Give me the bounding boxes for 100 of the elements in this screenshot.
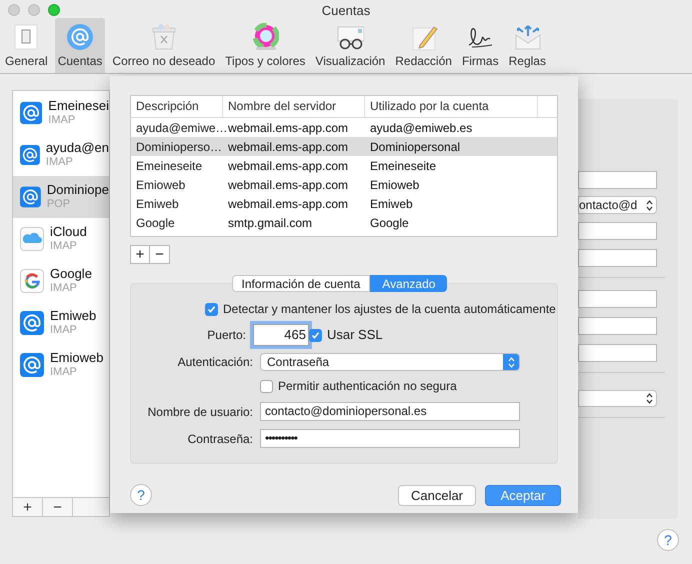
table-row[interactable]: Emiweb webmail.ems-app.com Emiweb: [131, 194, 557, 213]
table-cell-text: Emeineseite: [369, 158, 438, 174]
table-cell-text: smtp.gmail.com: [227, 214, 314, 232]
checkmark-icon: [207, 304, 216, 314]
toolbar-tab[interactable]: Correo no deseado: [109, 18, 218, 73]
column-header[interactable]: Nombre del servidor: [223, 96, 365, 117]
text-field[interactable]: [578, 317, 657, 335]
field-label: Contraseña:: [186, 430, 254, 448]
account-type: POP: [46, 197, 72, 211]
account-name: Emiweb: [50, 309, 96, 323]
table-cell-text: Emiweb: [135, 196, 180, 212]
account-type: IMAP: [48, 113, 76, 127]
help-button[interactable]: ?: [657, 529, 679, 551]
toolbar-tab[interactable]: General: [2, 18, 51, 73]
at-sign-icon: [20, 101, 42, 125]
minimize-light-icon[interactable]: [28, 4, 40, 16]
toolbar-tab[interactable]: Reglas: [506, 18, 549, 73]
table-cell-text: webmail.ems-app.com: [227, 176, 350, 194]
authentication-dropdown[interactable]: Contraseña: [260, 353, 520, 371]
table-cell-text: Emioweb: [369, 176, 420, 194]
port-field[interactable]: 465: [253, 324, 309, 346]
table-cell-text: ayuda@emiweb.es: [369, 120, 474, 136]
dropdown-value: Contraseña: [267, 354, 330, 370]
checkbox[interactable]: [260, 380, 273, 392]
account-name: iCloud: [50, 225, 87, 239]
remove-button[interactable]: −: [150, 246, 169, 263]
zoom-light-icon[interactable]: [48, 4, 60, 16]
checkbox[interactable]: [309, 328, 322, 342]
account-type: IMAP: [46, 155, 74, 169]
table-row[interactable]: Dominioperso… webmail.ems-app.com Dominiopersonal: [131, 137, 557, 156]
table-cell-text: Emiweb: [369, 196, 414, 212]
g-logo-icon: [20, 269, 44, 293]
close-light-icon[interactable]: [8, 4, 20, 16]
account-name: Dominiope: [46, 183, 109, 197]
text-field[interactable]: [578, 290, 657, 308]
account-type: IMAP: [50, 281, 78, 295]
window-title: Cuentas: [322, 2, 370, 20]
at-sign-icon: [20, 185, 41, 209]
table-row[interactable]: Google smtp.gmail.com Google: [131, 213, 557, 232]
stepper-icon: [646, 200, 653, 210]
table-row[interactable]: Emeineseite webmail.ems-app.com Emeineseite: [131, 156, 557, 175]
table-cell-text: Google: [135, 214, 176, 232]
table-cell-text: webmail.ems-app.com: [227, 138, 350, 156]
checkbox-label: Detectar y mantener los ajustes de la cuenta automáticamente: [223, 301, 556, 318]
at-sign-icon: [66, 23, 94, 51]
table-cell-text: Emioweb: [135, 176, 186, 194]
column-header[interactable]: Descripción: [131, 96, 223, 117]
text-field[interactable]: [578, 222, 657, 240]
color-wheel-icon: [251, 23, 280, 51]
password-field[interactable]: ••••••••••: [260, 429, 520, 448]
table-cell-text: Dominioperso…: [135, 138, 223, 156]
account-row[interactable]: Google IMAP: [13, 260, 109, 302]
checkbox[interactable]: [205, 302, 218, 316]
toolbar-tab[interactable]: Visualización: [312, 18, 388, 73]
account-name: ayuda@en: [46, 141, 109, 155]
table-cell-text: Emeineseite: [135, 158, 204, 174]
text-field[interactable]: [578, 344, 657, 362]
envelope-arrows-icon: [513, 23, 542, 51]
account-type: IMAP: [50, 239, 78, 253]
help-button[interactable]: ?: [130, 484, 152, 506]
table-row[interactable]: ayuda@emiwe…webmail.ems-app.com ayuda@emiweb.es: [131, 118, 557, 137]
segment-tab[interactable]: Información de cuenta: [232, 275, 370, 292]
account-type: IMAP: [50, 365, 78, 379]
stepper-icon: [646, 393, 653, 404]
account-row[interactable]: Dominiope POP: [13, 176, 109, 218]
toolbar-tab[interactable]: Cuentas: [54, 18, 106, 73]
remove-button[interactable]: −: [43, 498, 73, 516]
field-label: Puerto:: [206, 327, 247, 344]
email-dropdown[interactable]: ontacto@d: [578, 196, 657, 214]
text-field[interactable]: [578, 249, 657, 267]
checkmark-icon: [311, 330, 320, 340]
username-field[interactable]: contacto@dominiopersonal.es: [260, 402, 520, 421]
add-button[interactable]: +: [13, 498, 43, 516]
stepper-icon: [503, 354, 519, 370]
at-sign-icon: [20, 311, 44, 335]
account-row[interactable]: Emiweb IMAP: [13, 302, 109, 344]
table-row[interactable]: Emioweb webmail.ems-app.com Emioweb: [131, 175, 557, 194]
table-cell-text: Google: [369, 214, 410, 232]
column-header[interactable]: Utilizado por la cuenta: [365, 96, 538, 117]
account-row[interactable]: Emioweb IMAP: [13, 344, 109, 386]
table-cell-text: webmail.ems-app.com: [227, 196, 350, 212]
account-type: IMAP: [50, 323, 78, 337]
account-name: Emeinesei: [48, 99, 109, 113]
table-cell-text: webmail.ems-app.com: [227, 158, 350, 174]
field-label: Autenticación:: [176, 354, 254, 371]
cloud-icon: [20, 227, 44, 251]
checkbox-label: Permitir authenticación no segura: [278, 378, 457, 395]
cancel-button[interactable]: Cancelar: [398, 484, 476, 506]
toolbar-tab[interactable]: Firmas: [458, 18, 502, 73]
dropdown-value: ontacto@d: [579, 197, 638, 214]
dropdown[interactable]: [578, 390, 657, 407]
toolbar-tab[interactable]: Redacción: [392, 18, 455, 73]
toolbar-tab[interactable]: Tipos y colores: [222, 18, 308, 73]
add-button[interactable]: +: [131, 246, 150, 263]
text-field[interactable]: [578, 171, 657, 189]
account-row[interactable]: ayuda@en IMAP: [13, 134, 109, 176]
table-cell-text: Dominiopersonal: [369, 138, 462, 156]
account-row[interactable]: iCloud IMAP: [13, 218, 109, 260]
at-sign-icon: [20, 143, 40, 167]
account-row[interactable]: Emeinesei IMAP: [13, 92, 109, 134]
